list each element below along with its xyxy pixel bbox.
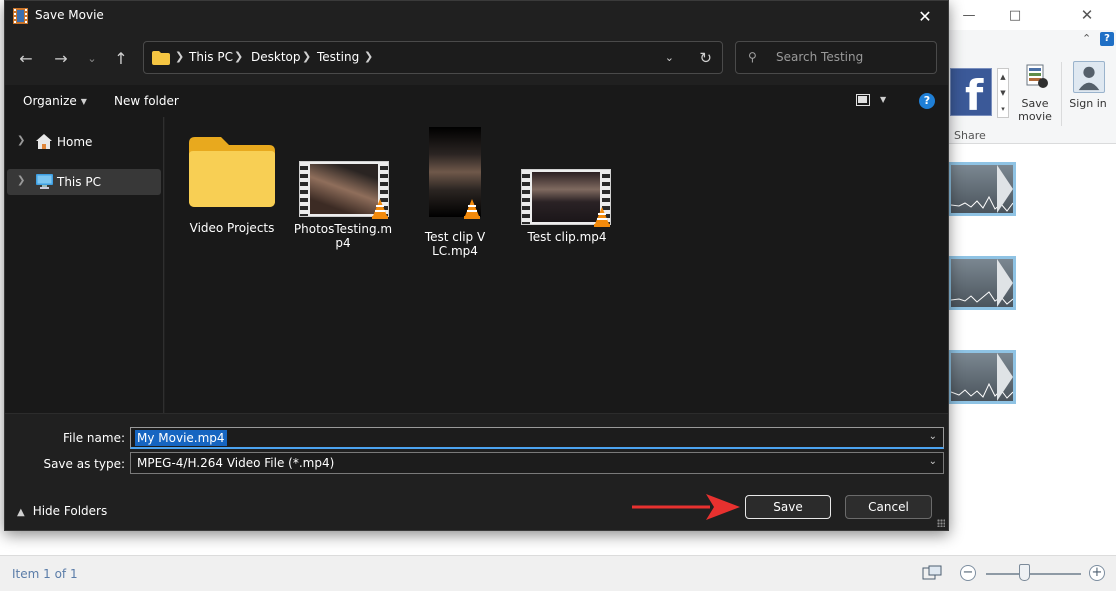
dialog-titlebar: Save Movie ✕: [5, 1, 948, 31]
storyboard-clip[interactable]: [948, 350, 1016, 404]
share-gallery-scroller[interactable]: ▲ ▼ ▾: [997, 68, 1009, 118]
cancel-button[interactable]: Cancel: [845, 495, 932, 519]
file-name-label: File name:: [63, 431, 125, 445]
scroll-down-icon[interactable]: ▼: [998, 85, 1008, 101]
file-list: Video Projects PhotosTesting.mp4 Test cl…: [165, 117, 948, 413]
vlc-icon: [372, 199, 388, 219]
zoom-slider-track[interactable]: [986, 573, 1081, 575]
breadcrumb-this-pc[interactable]: This PC: [189, 50, 233, 64]
nav-item-home[interactable]: ❯ Home: [7, 129, 161, 155]
organize-label: Organize: [23, 94, 77, 108]
save-button[interactable]: Save: [745, 495, 831, 519]
search-icon: ⚲: [748, 50, 757, 64]
movie-maker-app-icon: [13, 8, 28, 24]
minimize-icon[interactable]: —: [946, 0, 992, 30]
zoom-out-icon[interactable]: −: [960, 565, 976, 581]
sign-in-button[interactable]: Sign in: [1068, 97, 1108, 110]
recent-locations-chevron-icon[interactable]: ⌄: [81, 47, 103, 69]
file-name-value: My Movie.mp4: [135, 430, 227, 446]
file-item-video[interactable]: PhotosTesting.mp4: [293, 125, 393, 265]
help-icon[interactable]: ?: [919, 93, 935, 109]
view-options-icon[interactable]: [856, 94, 870, 106]
up-arrow-icon[interactable]: ↑: [110, 47, 132, 69]
help-icon[interactable]: ?: [1100, 32, 1114, 46]
breadcrumb-testing[interactable]: Testing: [317, 50, 359, 64]
gallery-more-icon[interactable]: ▾: [998, 101, 1008, 117]
zoom-in-icon[interactable]: +: [1089, 565, 1105, 581]
breadcrumb-desktop[interactable]: Desktop: [251, 50, 301, 64]
scroll-up-icon[interactable]: ▲: [998, 69, 1008, 85]
file-name-input[interactable]: My Movie.mp4 ⌄: [130, 427, 944, 449]
folder-icon: [189, 137, 275, 207]
facebook-icon[interactable]: f: [950, 68, 992, 120]
view-caret-icon[interactable]: ▼: [880, 95, 886, 104]
share-group-label: Share: [954, 129, 986, 142]
file-name: Test clip.mp4: [527, 230, 607, 244]
save-movie-button[interactable]: Save movie: [1013, 97, 1057, 123]
navigation-bar: ← → ⌄ ↑ ❯ This PC ❯ Desktop ❯ Testing ❯ …: [5, 31, 948, 85]
dialog-close-icon[interactable]: ✕: [902, 1, 948, 31]
dialog-title: Save Movie: [35, 8, 104, 22]
file-name-dropdown-icon[interactable]: ⌄: [929, 431, 937, 442]
save-type-select[interactable]: MPEG-4/H.264 Video File (*.mp4) ⌄: [130, 452, 944, 474]
address-dropdown-icon[interactable]: ⌄: [665, 51, 674, 64]
caret-down-icon: ▼: [80, 97, 87, 106]
file-item-video[interactable]: Test clip.mp4: [515, 125, 619, 265]
vlc-icon: [594, 207, 610, 227]
ribbon-separator: [1061, 62, 1062, 126]
nav-label-this-pc: This PC: [57, 175, 101, 189]
expand-chevron-icon[interactable]: ❯: [17, 175, 25, 186]
command-bar: Organize ▼ New folder ▼ ?: [5, 85, 948, 117]
red-arrow-annotation: [632, 494, 740, 520]
refresh-icon[interactable]: ↻: [699, 49, 712, 67]
expand-chevron-icon[interactable]: ❯: [17, 135, 25, 146]
save-type-label: Save as type:: [43, 457, 125, 471]
save-movie-dialog: Save Movie ✕ ← → ⌄ ↑ ❯ This PC ❯ Desktop…: [4, 0, 949, 531]
save-type-dropdown-icon[interactable]: ⌄: [929, 456, 937, 467]
collapse-ribbon-icon[interactable]: ⌃: [1082, 32, 1091, 45]
status-bar: Item 1 of 1 − +: [0, 555, 1116, 591]
home-icon: [36, 134, 52, 149]
status-item-count: Item 1 of 1: [12, 567, 78, 581]
movie-maker-caption-bar: — □ ✕: [940, 0, 1116, 30]
chevron-right-icon[interactable]: ❯: [364, 50, 373, 63]
chevron-right-icon[interactable]: ❯: [234, 50, 243, 63]
dialog-footer: File name: My Movie.mp4 ⌄ Save as type: …: [5, 413, 948, 530]
nav-item-this-pc[interactable]: ❯ This PC: [7, 169, 161, 195]
file-item-video[interactable]: Test clip VLC.mp4: [405, 125, 505, 265]
chevron-up-icon: ▲: [17, 507, 25, 518]
zoom-slider-thumb[interactable]: [1019, 564, 1030, 581]
chevron-right-icon[interactable]: ❯: [302, 50, 311, 63]
file-name: Video Projects: [189, 221, 275, 235]
nav-label-home: Home: [57, 135, 93, 149]
navigation-pane: ❯ Home ❯ This PC: [5, 117, 164, 413]
search-box[interactable]: ⚲ Search Testing: [735, 41, 937, 74]
close-icon[interactable]: ✕: [1064, 0, 1110, 30]
computer-icon: [36, 174, 53, 189]
back-arrow-icon[interactable]: ←: [15, 47, 37, 69]
file-name: PhotosTesting.mp4: [293, 222, 393, 250]
search-placeholder: Search Testing: [776, 50, 864, 64]
new-folder-button[interactable]: New folder: [114, 94, 179, 108]
organize-menu[interactable]: Organize ▼: [23, 94, 87, 108]
file-item-folder[interactable]: Video Projects: [181, 125, 283, 255]
save-type-value: MPEG-4/H.264 Video File (*.mp4): [137, 456, 335, 470]
chevron-right-icon[interactable]: ❯: [175, 50, 184, 63]
file-name: Test clip VLC.mp4: [424, 230, 486, 258]
storyboard-view-icon[interactable]: [922, 565, 942, 581]
save-movie-icon[interactable]: [1024, 62, 1050, 90]
address-bar[interactable]: ❯ This PC ❯ Desktop ❯ Testing ❯ ⌄ ↻: [143, 41, 723, 74]
folder-icon: [152, 51, 170, 65]
vlc-icon: [464, 199, 480, 219]
storyboard-clip[interactable]: [948, 162, 1016, 216]
hide-folders-label: Hide Folders: [32, 504, 108, 518]
maximize-icon[interactable]: □: [992, 0, 1038, 30]
hide-folders-toggle[interactable]: ▲ Hide Folders: [17, 504, 107, 518]
storyboard-clip[interactable]: [948, 256, 1016, 310]
resize-grip-icon[interactable]: [937, 519, 945, 527]
user-icon[interactable]: [1073, 61, 1105, 93]
forward-arrow-icon[interactable]: →: [50, 47, 72, 69]
